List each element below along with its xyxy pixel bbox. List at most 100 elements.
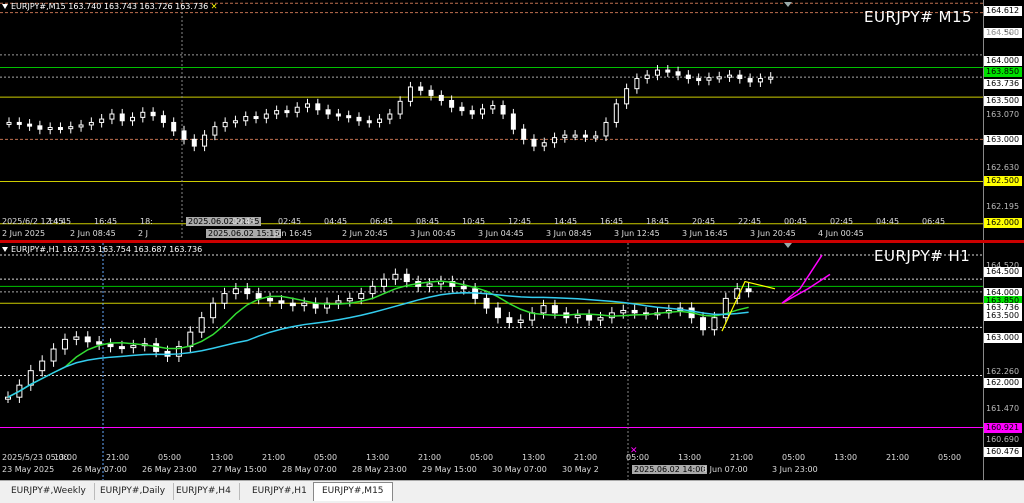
time-label: 05:00	[314, 453, 338, 462]
time-label: 08:45	[416, 217, 440, 226]
candle-body	[711, 317, 718, 331]
time-label: 21:00	[106, 453, 130, 462]
time-label: 2025.06.02 14:00	[632, 465, 708, 474]
chart-tab[interactable]: EURJPY#,M15	[313, 482, 393, 501]
time-label: 3 Jun 23:00	[772, 465, 818, 474]
candle-body	[68, 126, 74, 130]
candle-body	[335, 113, 341, 117]
candle-body	[521, 128, 527, 140]
candle-body	[107, 343, 114, 348]
candle-body	[244, 288, 251, 295]
chart-shift-marker-icon[interactable]	[784, 2, 792, 7]
candle-body	[574, 314, 581, 319]
price-level-label: 160.690	[986, 435, 1020, 444]
price-level-label: 162.000	[984, 378, 1022, 388]
chart-tab[interactable]: EURJPY#,H1	[244, 483, 316, 500]
candle-body	[305, 103, 311, 108]
candle-body	[613, 103, 619, 123]
price-level-label: 160.921	[984, 423, 1022, 433]
time-label: 3 Jun 00:45	[410, 229, 456, 238]
price-level-label: 164.390	[986, 28, 1020, 37]
candle-body	[181, 130, 187, 140]
candle-body	[221, 293, 228, 304]
candle-body	[403, 273, 410, 283]
candle-body	[57, 127, 63, 131]
time-label: 16:45	[600, 217, 624, 226]
candle-body	[531, 138, 537, 147]
candle-body	[274, 110, 280, 115]
candle-body	[603, 121, 609, 137]
time-label: 05:00	[782, 453, 806, 462]
time-label: 2 Jun 2025	[2, 229, 46, 238]
candle-body	[198, 317, 205, 333]
time-label: 2 J	[138, 229, 148, 238]
candle-body	[510, 113, 516, 130]
candle-body	[50, 348, 57, 362]
candle-body	[119, 113, 125, 122]
candle-body	[187, 331, 194, 348]
crosshair-marker-icon: ✕	[210, 2, 218, 11]
candle-body	[500, 105, 506, 115]
candle-body	[150, 111, 156, 117]
candle-body	[428, 89, 434, 96]
m15-time-subaxis: 2 Jun 2025 2 Jun 08:45 2 J 2025.06.02 15:15…	[0, 229, 983, 240]
candle-body	[706, 77, 712, 81]
candle-body	[27, 123, 33, 127]
candle-body	[289, 302, 296, 307]
time-label: 05:00	[470, 453, 494, 462]
chart-tab[interactable]: EURJPY#,H4	[168, 483, 240, 500]
time-label: 02:45	[278, 217, 302, 226]
candle-body	[222, 121, 228, 128]
time-label: 3 Jun 20:45	[750, 229, 796, 238]
candle-body	[397, 100, 403, 115]
moving-average-slow-line	[7, 291, 749, 398]
candle-body	[346, 297, 353, 302]
candle-body	[369, 285, 376, 295]
time-label: 26 May 07:00	[72, 465, 127, 474]
time-label: 04:45	[324, 217, 348, 226]
h1-time-axis: 2025/5/23 05:00 13:00 21:00 05:00 13:00 21:00…	[0, 453, 983, 465]
time-label: 20:45	[692, 217, 716, 226]
time-label: 26 May 23:00	[142, 465, 197, 474]
chart-tab[interactable]: EURJPY#,Daily	[92, 483, 175, 500]
dropdown-triangle-icon[interactable]	[2, 247, 8, 252]
chart-pane-h1[interactable]: ✕ EURJPY#,H1 163.753 163.754 163.687 163…	[0, 243, 1024, 480]
candle-body	[232, 120, 238, 124]
candle-body	[572, 134, 578, 138]
time-label: 28 May 07:00	[282, 465, 337, 474]
candle-body	[16, 121, 22, 125]
chart-pane-m15[interactable]: EURJPY#,M15 163.740 163.743 163.726 163.…	[0, 0, 1024, 240]
m15-chart-canvas[interactable]	[0, 0, 983, 240]
price-level-label: 164.000	[984, 56, 1022, 66]
candle-body	[140, 111, 146, 118]
candle-body	[366, 120, 372, 124]
time-label: 2 Jun 08:45	[70, 229, 116, 238]
candle-body	[210, 302, 217, 319]
candle-body	[541, 142, 547, 147]
candle-body	[483, 297, 490, 309]
candle-body	[37, 125, 43, 130]
time-label: 05:00	[158, 453, 182, 462]
price-level-label: 163.000	[984, 135, 1022, 145]
candle-body	[597, 317, 604, 321]
price-level-label: 163.500	[984, 96, 1022, 106]
candle-body	[665, 69, 671, 73]
candle-body	[99, 118, 105, 123]
price-level-label: 163.000	[984, 333, 1022, 343]
candle-body	[130, 345, 137, 349]
candle-body	[109, 113, 115, 120]
time-label: 3 Jun 07:00	[702, 465, 748, 474]
candle-body	[263, 113, 269, 119]
chart-tab[interactable]: EURJPY#,Weekly	[3, 483, 95, 500]
candle-body	[335, 300, 342, 304]
candle-body	[284, 110, 290, 114]
candle-body	[631, 309, 638, 314]
dropdown-triangle-icon[interactable]	[2, 4, 8, 9]
candle-body	[5, 396, 11, 400]
chart-shift-marker-icon[interactable]	[784, 243, 792, 248]
candle-body	[700, 317, 707, 331]
candle-body	[267, 297, 274, 302]
h1-chart-canvas[interactable]: ✕	[0, 243, 983, 480]
time-label: 05:00	[626, 453, 650, 462]
candle-body	[377, 118, 383, 123]
